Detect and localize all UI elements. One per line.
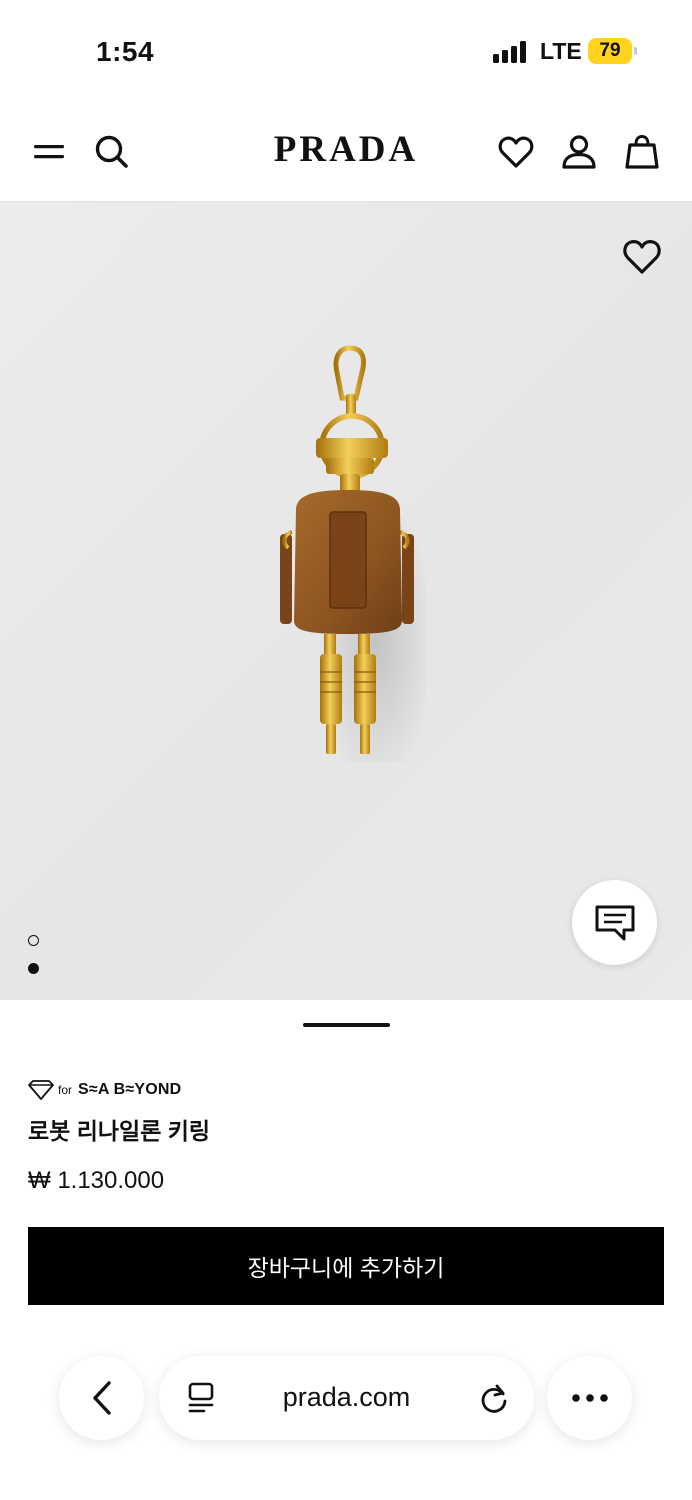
badge-brand-text: S≈A B≈YOND xyxy=(78,1081,182,1098)
product-image[interactable] xyxy=(0,202,692,1000)
product-name: 로봇 리나일론 키링 xyxy=(28,1118,211,1144)
chat-button[interactable] xyxy=(572,880,657,965)
diamond-wave-icon xyxy=(28,1080,54,1100)
more-icon xyxy=(571,1394,608,1402)
product-price: ₩ 1.130.000 xyxy=(28,1167,165,1194)
status-time: 1:54 xyxy=(96,36,155,67)
shopping-bag-icon[interactable] xyxy=(620,130,664,174)
network-type: LTE xyxy=(540,38,582,64)
menu-icon[interactable] xyxy=(27,130,71,174)
battery-icon: 79 xyxy=(588,38,637,64)
sea-beyond-badge: for S≈A B≈YOND xyxy=(28,1078,181,1102)
sheet-handle[interactable] xyxy=(303,1023,390,1027)
carousel-dot-2-active[interactable] xyxy=(28,963,39,974)
chat-icon xyxy=(595,905,634,940)
address-bar[interactable]: prada.com xyxy=(159,1356,534,1440)
battery-level: 79 xyxy=(599,40,621,61)
more-button[interactable] xyxy=(547,1356,632,1440)
site-header: PRADA xyxy=(0,100,692,202)
signal-strength-icon xyxy=(493,41,529,63)
heart-icon[interactable] xyxy=(494,130,538,174)
add-to-cart-button[interactable]: 장바구니에 추가하기 xyxy=(28,1227,664,1305)
search-icon[interactable] xyxy=(90,130,134,174)
wishlist-heart-icon[interactable] xyxy=(622,238,662,278)
back-chevron-icon xyxy=(92,1381,111,1415)
brand-logo[interactable]: PRADA xyxy=(236,128,456,171)
status-bar: 1:54 LTE 79 xyxy=(0,0,692,100)
account-icon[interactable] xyxy=(557,130,601,174)
back-button[interactable] xyxy=(59,1356,144,1440)
reload-icon[interactable] xyxy=(474,1378,514,1418)
robot-keyring-image xyxy=(280,345,426,762)
badge-for-text: for xyxy=(58,1083,73,1097)
carousel-dot-1[interactable] xyxy=(28,935,39,946)
